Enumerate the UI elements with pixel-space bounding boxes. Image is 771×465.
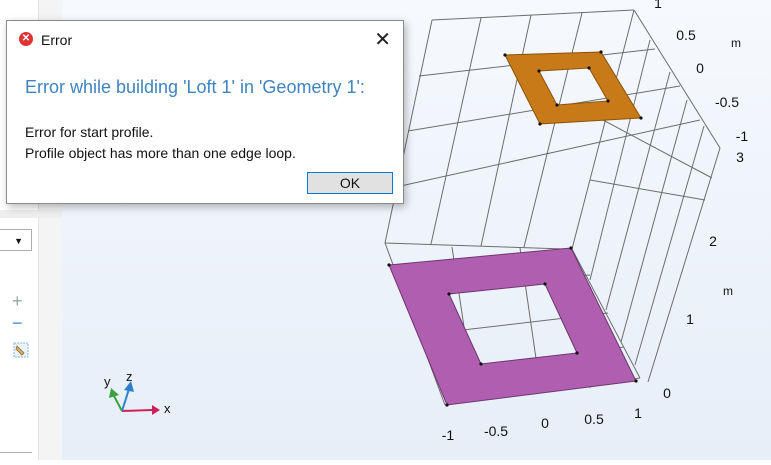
z-tick-label: 1 bbox=[686, 311, 694, 327]
dialog-title: Error bbox=[41, 32, 73, 48]
y-tick-label: -0.5 bbox=[715, 94, 739, 110]
axis-triad: x y z bbox=[104, 369, 171, 416]
top-tick-label: 1 bbox=[654, 0, 662, 11]
x-tick-label: 0 bbox=[541, 415, 549, 431]
error-heading: Error while building 'Loft 1' in 'Geomet… bbox=[25, 77, 365, 97]
z-tick-label: 0 bbox=[663, 385, 671, 401]
ok-button[interactable]: OK bbox=[307, 172, 393, 194]
x-tick-label: -1 bbox=[442, 427, 455, 443]
x-tick-label: 1 bbox=[634, 405, 642, 421]
error-line-1: Error for start profile. bbox=[25, 124, 154, 140]
triad-z-label: z bbox=[126, 369, 133, 384]
z-tick-label: 3 bbox=[736, 149, 744, 165]
chevron-down-icon: ▼ bbox=[14, 236, 23, 246]
selection-dropdown[interactable]: ▼ bbox=[0, 229, 32, 251]
z-tick-label: 2 bbox=[709, 233, 717, 249]
y-tick-label: 0.5 bbox=[676, 27, 696, 43]
error-line-2: Profile object has more than one edge lo… bbox=[25, 145, 296, 161]
y-tick-label: -1 bbox=[736, 128, 749, 144]
x-tick-label: 0.5 bbox=[584, 411, 604, 427]
plus-icon[interactable]: + bbox=[12, 292, 23, 310]
clear-selection-icon[interactable] bbox=[13, 342, 29, 358]
triad-y-label: y bbox=[104, 374, 111, 389]
panel-divider bbox=[0, 210, 62, 218]
minus-icon[interactable]: − bbox=[12, 314, 23, 332]
start-profile[interactable] bbox=[388, 247, 637, 406]
error-icon: ✕ bbox=[19, 32, 33, 46]
triad-x-label: x bbox=[164, 401, 171, 416]
dialog-titlebar[interactable]: ✕ Error ✕ bbox=[7, 21, 403, 57]
z-unit-label: m bbox=[723, 284, 733, 298]
error-dialog: ✕ Error ✕ Error while building 'Loft 1' … bbox=[6, 20, 404, 204]
close-icon[interactable]: ✕ bbox=[374, 27, 391, 52]
y-tick-label: 0 bbox=[696, 60, 704, 76]
y-unit-label: m bbox=[731, 36, 741, 50]
x-tick-label: -0.5 bbox=[484, 423, 508, 439]
